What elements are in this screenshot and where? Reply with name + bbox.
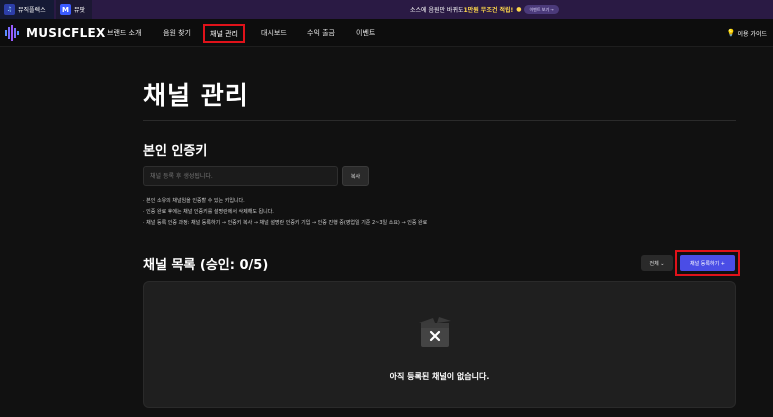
coin-icon: ● (516, 6, 522, 13)
promo-text: 소스에 음원만 바뀌도 (410, 7, 464, 14)
guide-link[interactable]: 💡 이용 가이드 (727, 19, 767, 47)
service-tab-musicflex[interactable]: ♫ 뮤직플렉스 (0, 0, 54, 19)
logo[interactable]: MUSICFLEX (4, 23, 106, 43)
logo-text: MUSICFLEX (26, 26, 106, 40)
filter-dropdown[interactable]: 전체 ⌄ (641, 255, 673, 271)
nav-item-find-music[interactable]: 음원 찾기 (163, 19, 191, 47)
nav-item-event[interactable]: 이벤트 (356, 19, 375, 47)
note-line: · 채널 등록 인증 과정: 채널 등록하기 → 인증키 복사 → 채널 설명란… (143, 220, 428, 226)
empty-message: 아직 등록된 채널이 없습니다. (389, 372, 490, 381)
service-tab-label: 뮤직플렉스 (18, 7, 46, 14)
page-title: 채널 관리 (143, 81, 249, 110)
promo-event-button[interactable]: 이벤트 보기 → (524, 5, 559, 14)
mupet-icon: M (60, 4, 71, 15)
channel-list-title: 채널 목록 (승인: 0/5) (143, 258, 269, 273)
copy-button[interactable]: 복사 (342, 166, 369, 186)
nav-item-channel-manage[interactable]: 채널 관리 (203, 24, 245, 43)
auth-key-notes: · 본인 소유의 채널임을 인증할 수 있는 키입니다. · 인증 완료 후에는… (143, 196, 427, 229)
bulb-icon: 💡 (726, 29, 736, 37)
nav-item-withdraw[interactable]: 수익 출금 (307, 19, 335, 47)
empty-box-icon (419, 317, 451, 347)
promo-banner[interactable]: 소스에 음원만 바뀌도 1만원 무조건 적립! ● 이벤트 보기 → (410, 0, 559, 19)
logo-mark-icon (5, 25, 19, 41)
musicflex-icon: ♫ (4, 4, 15, 15)
nav-item-dashboard[interactable]: 대시보드 (261, 19, 287, 47)
note-line: · 본인 소유의 채널임을 인증할 수 있는 키입니다. (143, 198, 245, 204)
register-highlight: 채널 등록하기 + (675, 250, 740, 276)
guide-label: 이용 가이드 (737, 30, 767, 38)
auth-key-title: 본인 인증키 (143, 144, 208, 159)
service-tab-mupet[interactable]: M 뮤팟 (56, 0, 92, 19)
note-line: · 인증 완료 후에는 채널 인증키를 설명란에서 삭제해도 됩니다. (143, 209, 274, 215)
top-service-bar: ♫ 뮤직플렉스 M 뮤팟 소스에 음원만 바뀌도 1만원 무조건 적립! ● 이… (0, 0, 773, 19)
auth-key-input[interactable] (143, 166, 338, 186)
service-tab-label: 뮤팟 (74, 7, 86, 14)
main-nav: MUSICFLEX 브랜드 소개 음원 찾기 채널 관리 대시보드 수익 출금 … (0, 19, 773, 47)
title-divider (143, 120, 736, 121)
register-channel-button[interactable]: 채널 등록하기 + (680, 255, 735, 271)
promo-highlight: 1만원 무조건 적립! (463, 7, 514, 14)
channel-list-empty: 아직 등록된 채널이 없습니다. (143, 281, 736, 408)
nav-item-brand[interactable]: 브랜드 소개 (107, 19, 141, 47)
